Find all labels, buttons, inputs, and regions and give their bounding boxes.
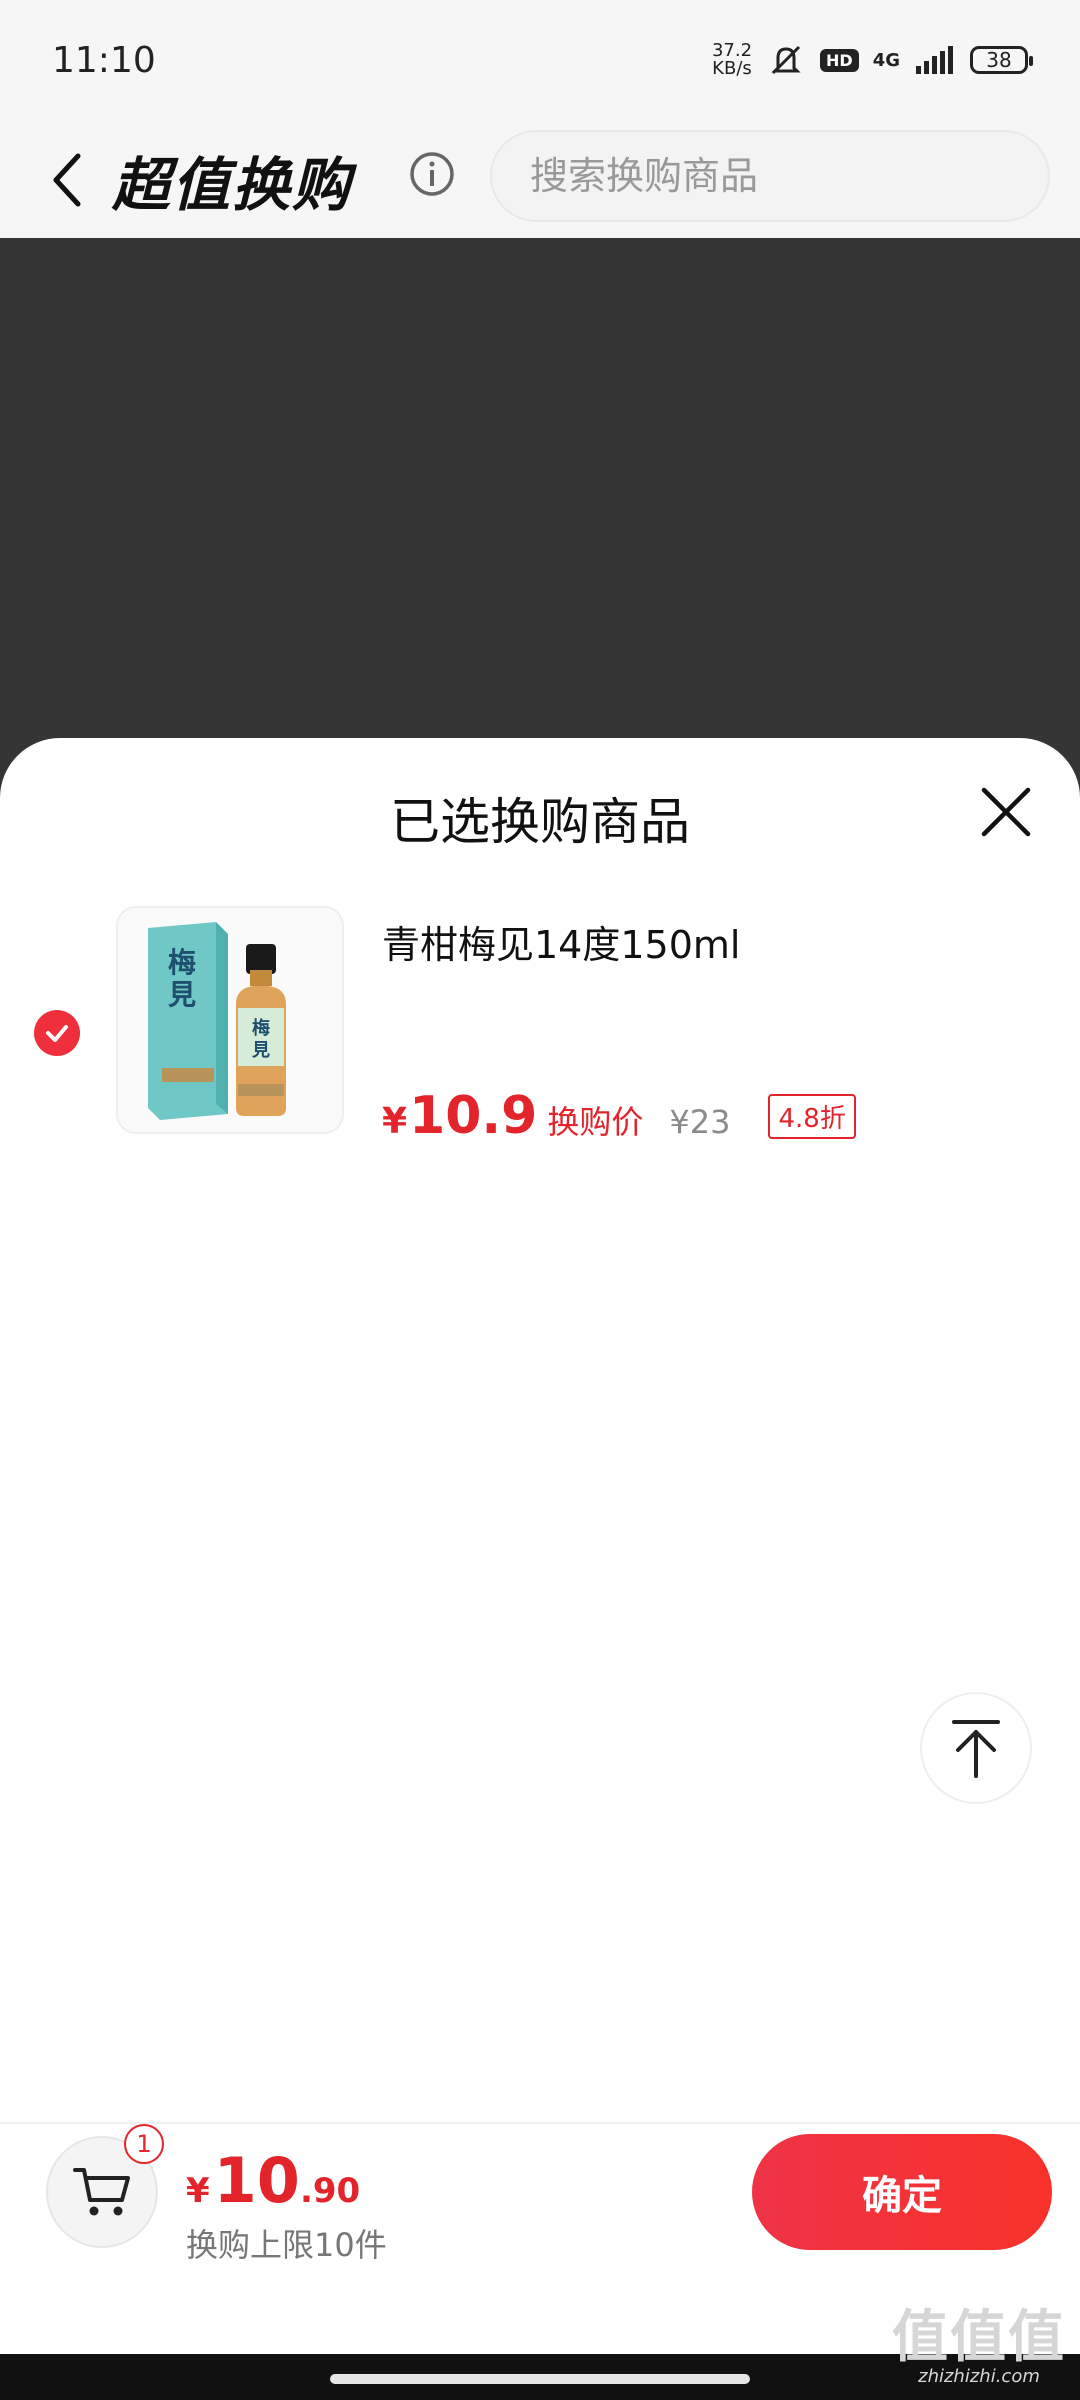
bottle-label-char-2: 見 — [251, 1040, 270, 1061]
box-label-char-1: 梅 — [168, 946, 196, 979]
total-price: ¥ 10 .90 — [186, 2144, 360, 2217]
check-icon — [46, 1025, 68, 1042]
net-speed-unit: KB/s — [712, 58, 752, 79]
status-bar: 11:10 37.2 KB/s HD 4G 38 — [0, 0, 1080, 120]
signal-icon — [916, 46, 953, 74]
exchange-price: 10.9 — [409, 1086, 538, 1146]
chevron-left-icon — [53, 153, 81, 207]
back-to-top-button[interactable] — [920, 1692, 1032, 1804]
confirm-button[interactable]: 确定 — [752, 2134, 1052, 2250]
battery-icon: 38 — [970, 46, 1033, 74]
dim-overlay[interactable] — [0, 238, 1080, 798]
search-bar[interactable] — [490, 130, 1050, 222]
status-icons: 37.2 KB/s HD 4G 38 — [712, 40, 1033, 80]
status-time: 11:10 — [52, 39, 156, 81]
product-thumbnail[interactable]: 梅 見 梅 見 — [116, 906, 344, 1134]
exchange-price-label: 换购价 — [547, 1103, 644, 1141]
home-gesture-handle[interactable] — [330, 2374, 750, 2384]
price-currency: ¥ — [382, 1101, 408, 1142]
search-input[interactable] — [528, 153, 1012, 199]
exchange-limit-text: 换购上限10件 — [186, 2226, 387, 2264]
network-type: 4G — [872, 49, 900, 71]
back-button[interactable] — [38, 140, 98, 220]
product-name[interactable]: 青柑梅见14度150ml — [382, 914, 740, 969]
sheet-title: 已选换购商品 — [390, 793, 690, 851]
arrow-up-to-top-icon — [952, 1720, 1000, 1778]
price-row: ¥ 10.9 换购价 ¥23 4.8折 — [382, 1086, 856, 1146]
hd-badge: HD — [820, 48, 859, 72]
item-checkbox-checked[interactable] — [34, 1010, 80, 1056]
cart-count-badge: 1 — [124, 2124, 164, 2164]
cart-icon — [73, 2168, 130, 2216]
bottle-label-char-1: 梅 — [252, 1017, 270, 1039]
watermark-url: zhizhizhi.com — [918, 2366, 1040, 2387]
watermark-logo: 值值值 — [892, 2305, 1066, 2370]
page-title: 超值换购 — [112, 151, 353, 219]
product-image: 梅 見 梅 見 — [148, 922, 286, 1120]
total-decimal: .90 — [299, 2171, 361, 2211]
discount-badge: 4.8折 — [768, 1094, 856, 1139]
mute-bell-icon — [771, 45, 801, 75]
total-integer: 10 — [213, 2144, 300, 2217]
close-icon[interactable] — [976, 782, 1036, 842]
info-icon[interactable] — [408, 150, 456, 198]
watermark: 值值值 zhizhizhi.com — [892, 2305, 1066, 2388]
box-label-char-2: 見 — [168, 978, 196, 1011]
original-price: ¥23 — [669, 1103, 731, 1141]
battery-level: 38 — [986, 48, 1012, 72]
total-currency: ¥ — [186, 2171, 210, 2211]
net-speed: 37.2 KB/s — [712, 42, 752, 78]
app-header: 超值换购 — [0, 120, 1080, 238]
